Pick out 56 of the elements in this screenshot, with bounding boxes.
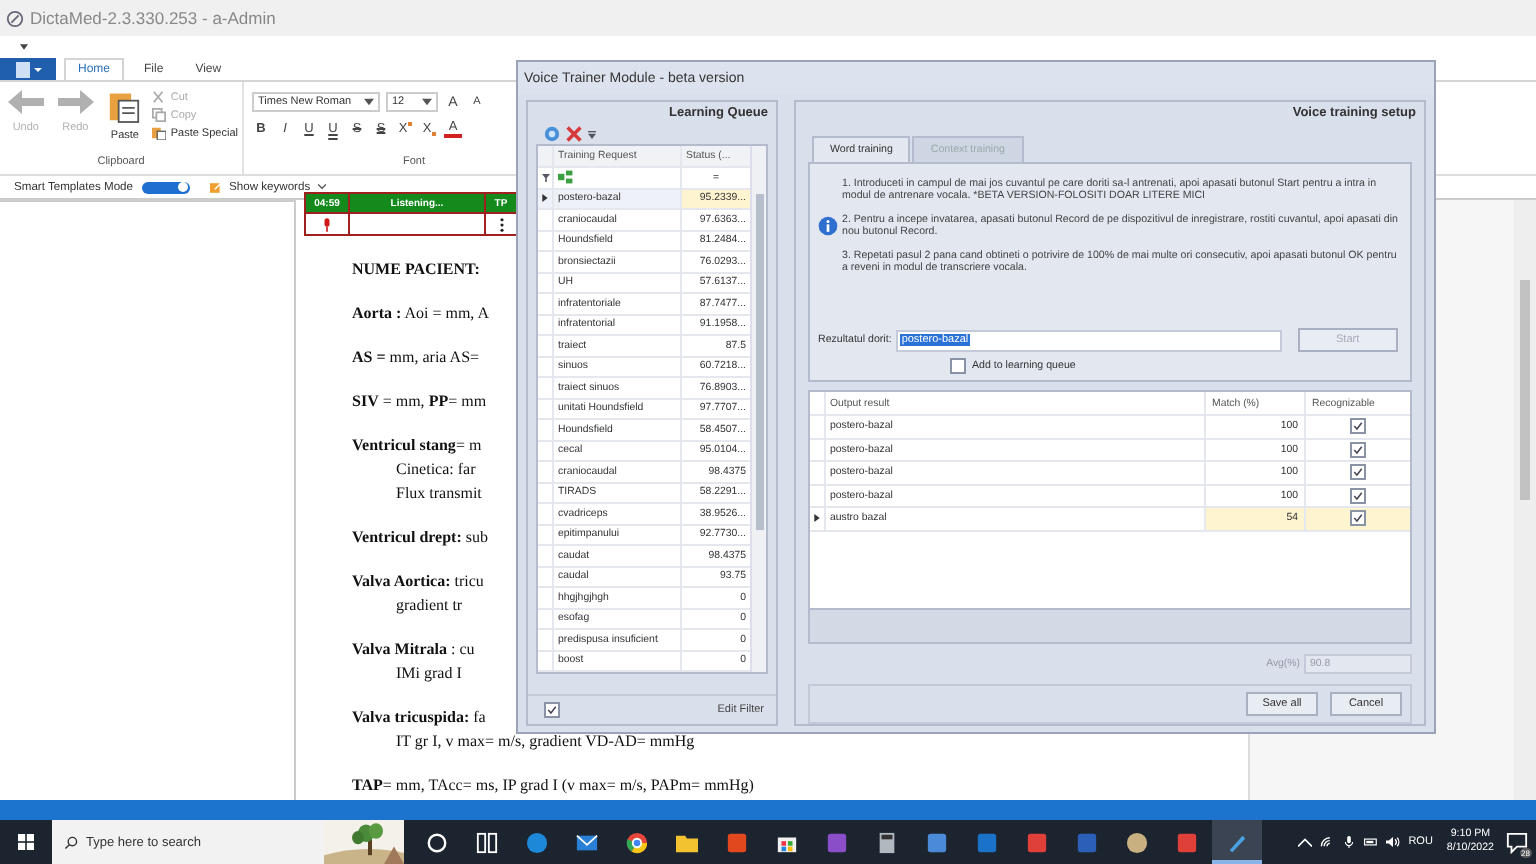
document-text: gradient tr [396,596,463,614]
network-icon[interactable] [1320,836,1335,848]
checkbox[interactable] [1350,418,1366,435]
clipboard-icon [152,126,167,140]
battery-icon[interactable] [1364,836,1379,848]
checkbox[interactable] [544,702,560,718]
checkbox[interactable] [1350,510,1366,527]
checkbox[interactable] [1350,487,1366,504]
clipboard-icon [108,88,141,124]
speaker-icon[interactable] [1386,836,1401,848]
document-text: IT gr I, v max= m/s, gradient VD-AD= mmHg [396,732,695,750]
row-indicator-icon [542,194,548,203]
window-title: DictaMed-2.3.330.253 - a-Admin [30,8,276,28]
chevron-up-icon[interactable] [1298,836,1313,848]
document-text: Valva Mitrala : cu [352,640,475,658]
refresh-icon[interactable] [544,126,560,142]
filter-icon [541,173,549,182]
down-arrow-icon[interactable] [588,129,596,139]
document-text: Valva Aortica: tricu [352,572,484,590]
caret-icon[interactable] [20,43,28,49]
scrollbar[interactable] [1514,200,1536,800]
check-icon [546,704,558,716]
copy-icon [152,108,167,122]
info-icon [818,216,838,236]
checkbox[interactable] [1350,441,1366,458]
row-indicator-icon [814,514,820,523]
document-text: Cinetica: far [396,460,476,478]
document-text: IMi grad I [396,664,462,682]
caret-icon[interactable] [318,184,327,190]
checkbox[interactable] [950,358,966,374]
undo-icon [5,88,46,116]
toggle-switch[interactable] [141,181,189,193]
document-text: TAP= mm, TAcc= ms, IP grad I (v max= m/s, PAPm= mmHg) [352,776,754,794]
windows-logo-icon[interactable] [18,834,34,850]
document-text: Valva tricuspida: fa [352,708,486,726]
redo-icon [55,88,96,116]
scrollbar[interactable] [750,146,766,672]
document-text: Aorta : Aoi = mm, A [352,304,490,322]
caret-icon [364,98,374,106]
application-menu-button[interactable] [0,58,56,80]
document-text: Ventricul stang= m [352,436,482,454]
search-icon [64,835,78,849]
notification-icon[interactable] [1505,831,1527,853]
scissors-icon [152,90,167,104]
edit-icon [209,181,221,193]
document-text: Flux transmit [396,484,482,502]
document-text: AS = mm, aria AS= [352,348,480,366]
caret-icon [422,98,432,106]
document-text: NUME PACIENT: [352,260,480,278]
delete-icon[interactable] [566,126,582,142]
filter-builder-icon[interactable] [558,170,574,185]
checkbox[interactable] [1350,464,1366,481]
microphone-icon[interactable] [1342,836,1357,848]
menu-icon [14,61,42,77]
document-text: SIV = mm, PP= mm [352,392,487,410]
document-text: Ventricul drept: sub [352,528,489,546]
